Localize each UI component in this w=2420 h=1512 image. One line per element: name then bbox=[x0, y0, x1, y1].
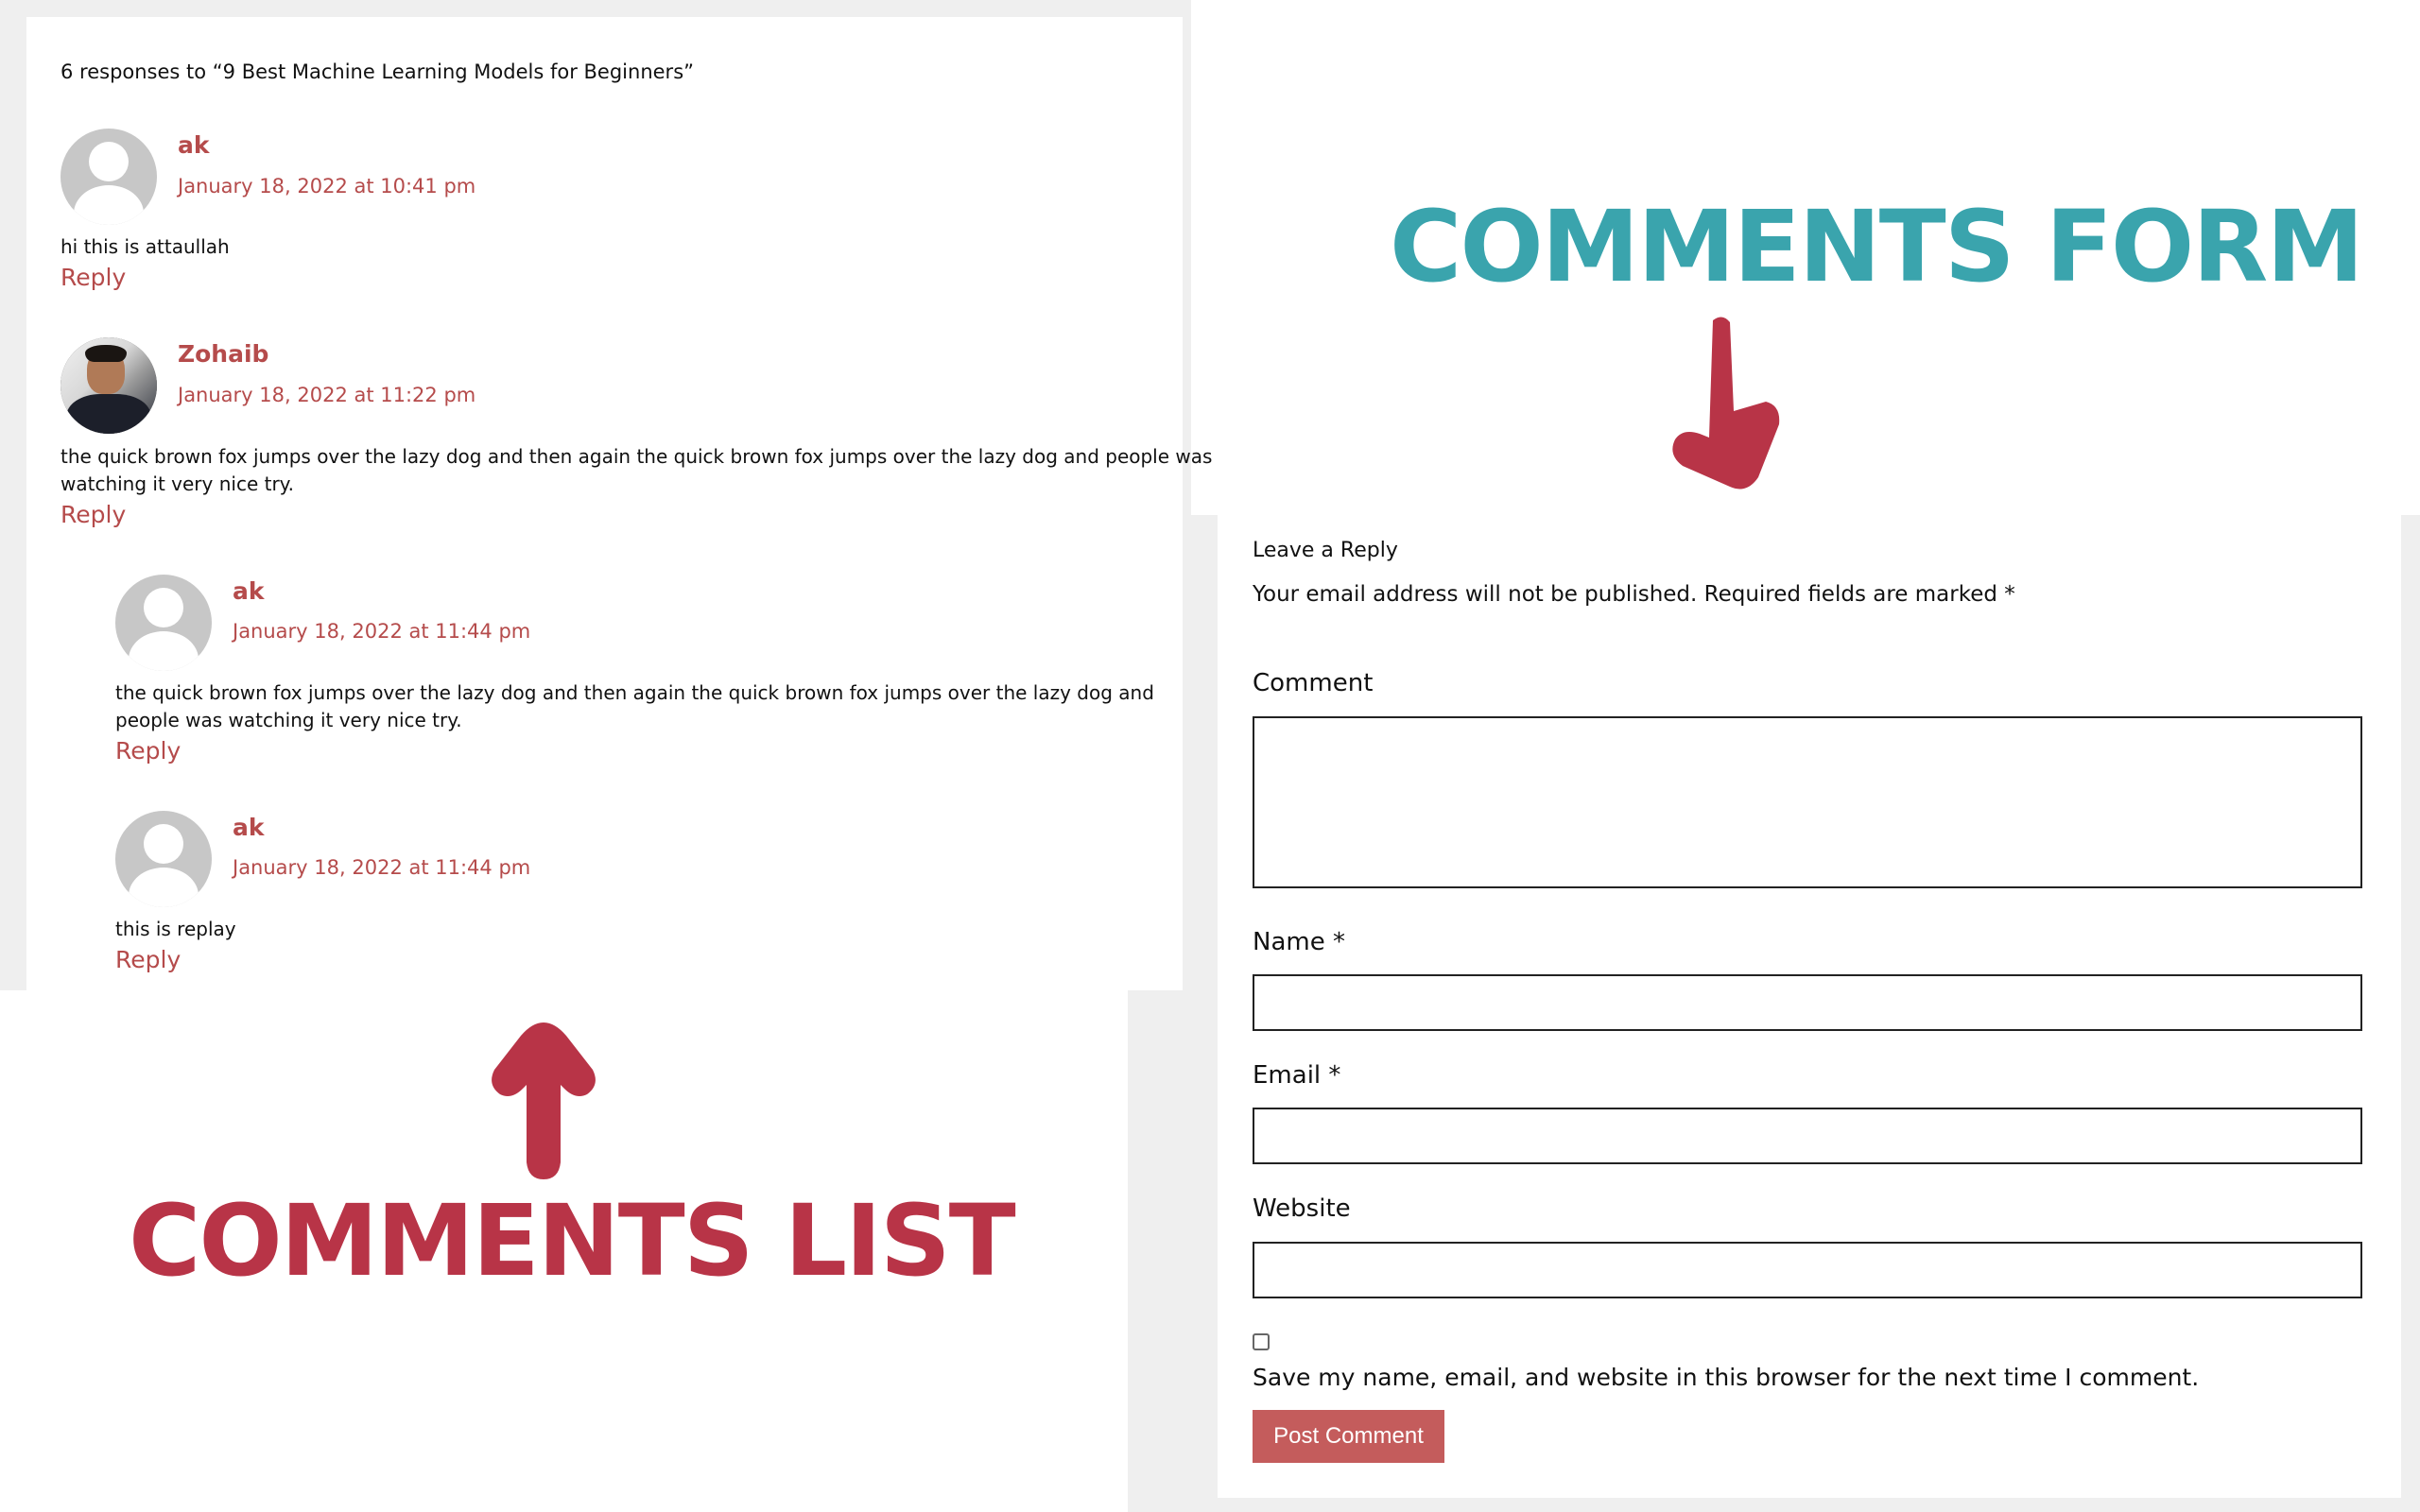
comment-text-line: the quick brown fox jumps over the lazy … bbox=[60, 445, 1213, 468]
save-info-checkbox[interactable] bbox=[1253, 1333, 1270, 1350]
name-input[interactable] bbox=[1253, 974, 2362, 1031]
form-notice: Your email address will not be published… bbox=[1253, 582, 2015, 607]
comment-label: Comment bbox=[1253, 669, 1374, 697]
post-comment-button[interactable]: Post Comment bbox=[1253, 1410, 1444, 1463]
comments-title: 6 responses to “9 Best Machine Learning … bbox=[60, 60, 695, 83]
website-label: Website bbox=[1253, 1194, 1351, 1223]
comment-text-line: people was watching it very nice try. bbox=[115, 709, 462, 731]
default-avatar-icon bbox=[60, 129, 157, 225]
comment-author[interactable]: ak bbox=[233, 814, 265, 841]
down-arrow-icon bbox=[1672, 317, 1780, 490]
name-label: Name * bbox=[1253, 928, 1345, 956]
email-input[interactable] bbox=[1253, 1108, 2362, 1164]
comment-text: hi this is attaullah bbox=[60, 235, 230, 258]
comments-form-annotation: COMMENTS FORM bbox=[1390, 189, 2364, 304]
comment-text-line: the quick brown fox jumps over the lazy … bbox=[115, 681, 1154, 704]
comment-date[interactable]: January 18, 2022 at 11:44 pm bbox=[233, 620, 530, 643]
reply-link[interactable]: Reply bbox=[115, 737, 181, 765]
comments-list-annotation: COMMENTS LIST bbox=[129, 1183, 1016, 1298]
default-avatar-icon bbox=[115, 811, 212, 907]
comment-textarea[interactable] bbox=[1253, 716, 2362, 888]
up-arrow-icon bbox=[492, 1022, 596, 1179]
comment-author[interactable]: ak bbox=[233, 577, 265, 605]
reply-link[interactable]: Reply bbox=[115, 946, 181, 973]
save-info-label: Save my name, email, and website in this… bbox=[1253, 1364, 2200, 1391]
email-label: Email * bbox=[1253, 1061, 1341, 1090]
reply-link[interactable]: Reply bbox=[60, 264, 126, 291]
website-input[interactable] bbox=[1253, 1242, 2362, 1298]
comment-date[interactable]: January 18, 2022 at 11:44 pm bbox=[233, 856, 530, 879]
comment-author[interactable]: Zohaib bbox=[178, 340, 268, 368]
comment-author[interactable]: ak bbox=[178, 131, 210, 159]
comment-date[interactable]: January 18, 2022 at 10:41 pm bbox=[178, 175, 475, 198]
reply-link[interactable]: Reply bbox=[60, 501, 126, 528]
user-photo-avatar bbox=[60, 337, 157, 434]
comment-text: this is replay bbox=[115, 918, 236, 940]
default-avatar-icon bbox=[115, 575, 212, 671]
comment-date[interactable]: January 18, 2022 at 11:22 pm bbox=[178, 384, 475, 406]
form-heading: Leave a Reply bbox=[1253, 539, 1398, 562]
comment-text-line: watching it very nice try. bbox=[60, 472, 295, 495]
